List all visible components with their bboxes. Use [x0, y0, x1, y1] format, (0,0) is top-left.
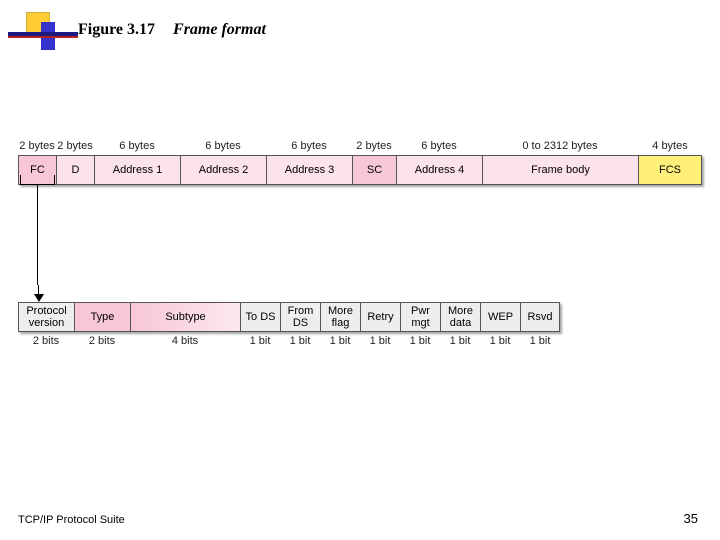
field-d: D — [56, 155, 94, 185]
fc-more-data: More data — [440, 302, 480, 332]
size-label: 6 bytes — [396, 140, 482, 152]
fc-pwr-mgt: Pwr mgt — [400, 302, 440, 332]
fc-size-row: 2 bits 2 bits 4 bits 1 bit 1 bit 1 bit 1… — [18, 335, 560, 347]
size-label: 1 bit — [280, 335, 320, 347]
logo-icon — [8, 10, 58, 50]
size-label: 1 bit — [400, 335, 440, 347]
size-label: 0 to 2312 bytes — [482, 140, 638, 152]
slide-header: Figure 3.17 Frame format — [8, 10, 266, 50]
fc-to-ds: To DS — [240, 302, 280, 332]
size-label: 4 bytes — [638, 140, 702, 152]
figure-caption: Frame format — [173, 21, 266, 38]
size-label: 1 bit — [320, 335, 360, 347]
fc-wep: WEP — [480, 302, 520, 332]
size-label: 1 bit — [440, 335, 480, 347]
fc-protocol-version: Protocol version — [18, 302, 74, 332]
frame-diagram: 2 bytes 2 bytes 6 bytes 6 bytes 6 bytes … — [18, 140, 702, 185]
size-label: 6 bytes — [94, 140, 180, 152]
size-label: 6 bytes — [266, 140, 352, 152]
size-label: 2 bits — [18, 335, 74, 347]
field-fcs: FCS — [638, 155, 702, 185]
size-label: 1 bit — [480, 335, 520, 347]
footer-text: TCP/IP Protocol Suite — [18, 514, 125, 526]
fc-bracket — [20, 175, 55, 185]
fc-more-flag: More flag — [320, 302, 360, 332]
page-number: 35 — [684, 511, 698, 526]
fc-from-ds: From DS — [280, 302, 320, 332]
figure-number: Figure 3.17 — [78, 21, 155, 38]
field-address2: Address 2 — [180, 155, 266, 185]
fc-leader-line — [37, 185, 38, 285]
fc-type: Type — [74, 302, 130, 332]
figure-title: Figure 3.17 Frame format — [78, 21, 266, 39]
size-label: 2 bits — [74, 335, 130, 347]
field-address4: Address 4 — [396, 155, 482, 185]
size-label: 1 bit — [520, 335, 560, 347]
size-label: 2 bytes — [352, 140, 396, 152]
field-framebody: Frame body — [482, 155, 638, 185]
size-label: 2 bytes — [56, 140, 94, 152]
frame-size-row: 2 bytes 2 bytes 6 bytes 6 bytes 6 bytes … — [18, 140, 702, 152]
size-label: 1 bit — [240, 335, 280, 347]
size-label: 4 bits — [130, 335, 240, 347]
size-label: 1 bit — [360, 335, 400, 347]
fc-rsvd: Rsvd — [520, 302, 560, 332]
size-label: 6 bytes — [180, 140, 266, 152]
fc-subtype: Subtype — [130, 302, 240, 332]
frame-field-row: FC D Address 1 Address 2 Address 3 SC Ad… — [18, 155, 702, 185]
field-address3: Address 3 — [266, 155, 352, 185]
size-label: 2 bytes — [18, 140, 56, 152]
field-sc: SC — [352, 155, 396, 185]
fc-field-row: Protocol version Type Subtype To DS From… — [18, 302, 560, 332]
fc-subfield-diagram: Protocol version Type Subtype To DS From… — [18, 302, 560, 347]
fc-retry: Retry — [360, 302, 400, 332]
field-address1: Address 1 — [94, 155, 180, 185]
arrow-down-icon — [34, 294, 44, 302]
